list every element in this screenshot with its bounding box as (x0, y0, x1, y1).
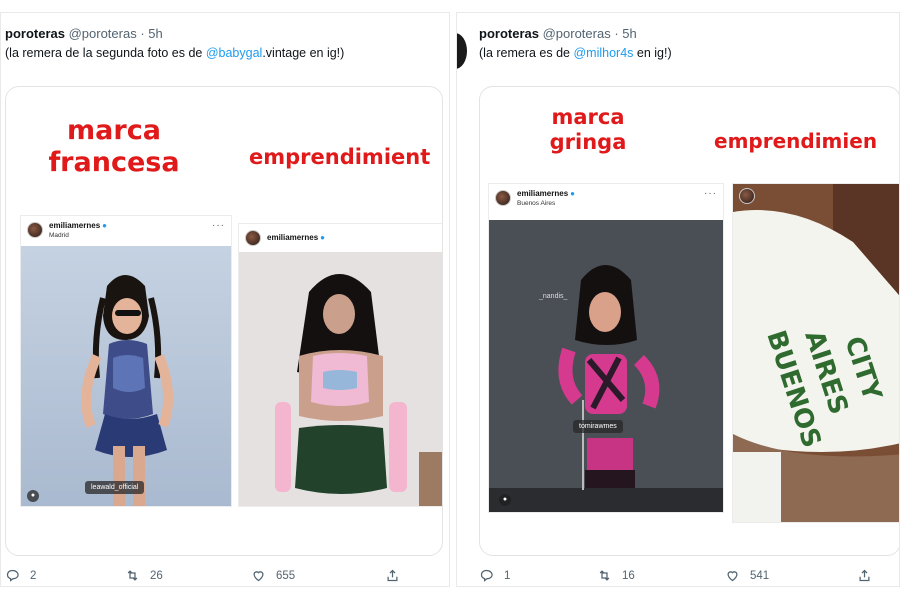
tweet-time[interactable]: · 5h (140, 26, 162, 41)
like-count: 655 (276, 569, 296, 582)
tweet-actions: 1 16 541 (457, 568, 899, 586)
instagram-post-card[interactable]: emiliamernes ● Buenos Aires ··· _nandis_… (488, 183, 724, 513)
reply-icon (480, 569, 493, 582)
reply-button[interactable]: 1 (479, 568, 510, 583)
like-button[interactable]: 541 (725, 568, 769, 583)
reply-count: 2 (30, 569, 37, 582)
more-icon[interactable]: ··· (212, 220, 225, 231)
retweet-count: 16 (622, 569, 635, 582)
tweet-text-part: (la remera de la segunda foto es de (5, 46, 206, 60)
tweet-actions: 2 26 655 (1, 568, 449, 586)
username-text: emiliamernes (517, 189, 569, 198)
post-photo: _nandis_ tomirawmes ● (489, 220, 723, 512)
avatar[interactable] (27, 222, 43, 238)
card-header: emiliamernes ● Buenos Aires ··· (489, 184, 723, 214)
share-button[interactable] (857, 568, 882, 583)
caption-line: marca (551, 105, 625, 129)
tweet-text-part: (la remera es de (479, 46, 574, 60)
caption-label-1: marca francesa (34, 115, 194, 180)
avatar[interactable] (495, 190, 511, 206)
tweet-2[interactable]: poroteras @poroteras · 5h (la remera es … (456, 12, 900, 587)
card-header: emiliamernes ● Madrid ··· (21, 216, 231, 246)
share-icon (387, 569, 398, 582)
username-text: emiliamernes (49, 221, 101, 230)
username-text: emiliamernes (267, 233, 319, 242)
photo-tag[interactable]: tomirawmes (573, 420, 623, 433)
tweet-text: (la remera de la segunda foto es de @bab… (5, 46, 344, 60)
avatar[interactable] (739, 188, 755, 204)
retweet-button[interactable]: 16 (597, 568, 635, 583)
caption-line: francesa (48, 147, 180, 179)
author-name[interactable]: poroteras (5, 26, 65, 41)
verified-icon: ● (320, 233, 325, 242)
card-username[interactable]: emiliamernes ● (49, 221, 107, 230)
instagram-post-card[interactable]: emiliamernes ● Madrid ··· leawald_offici… (20, 215, 232, 507)
person-tag-icon[interactable]: ● (27, 490, 39, 502)
reply-icon (6, 569, 19, 582)
caption-label-2: emprendimient (249, 145, 431, 169)
caption-line: gringa (549, 130, 627, 155)
share-icon (859, 569, 870, 582)
mention-link[interactable]: @babygal (206, 46, 262, 60)
card-location[interactable]: Buenos Aires (517, 200, 555, 207)
tweet-media[interactable]: marca gringa emprendimien emiliamernes ● … (479, 86, 899, 556)
like-icon (253, 571, 264, 582)
author-handle[interactable]: @poroteras (69, 26, 137, 41)
avatar[interactable] (457, 33, 467, 69)
photo-illustration: BUENOS AIRES CITY (733, 184, 899, 522)
instagram-post-card[interactable]: BUENOS AIRES CITY (732, 183, 899, 523)
person-tag-icon[interactable]: ● (499, 494, 511, 506)
share-button[interactable] (385, 568, 410, 583)
author-name[interactable]: poroteras (479, 26, 539, 41)
post-photo: leawald_official ● (21, 246, 231, 506)
caption-line: marca (67, 115, 161, 146)
tweet-time[interactable]: · 5h (614, 26, 636, 41)
card-username[interactable]: emiliamernes ● (267, 233, 325, 242)
avatar[interactable] (245, 230, 261, 246)
caption-label-1: marca gringa (538, 105, 638, 155)
tweet-text: (la remera es de @milhor4s en ig!) (479, 46, 672, 60)
like-count: 541 (750, 569, 770, 582)
post-photo: BUENOS AIRES CITY (733, 184, 899, 522)
like-button[interactable]: 655 (251, 568, 295, 583)
photo-illustration (489, 220, 723, 512)
reply-button[interactable]: 2 (5, 568, 36, 583)
more-icon[interactable]: ··· (704, 188, 717, 199)
screenshot-collage: poroteras @poroteras · 5h (la remera de … (0, 0, 900, 600)
card-header: emiliamernes ● (239, 224, 442, 254)
tweet-1[interactable]: poroteras @poroteras · 5h (la remera de … (0, 12, 450, 587)
tweet-header: poroteras @poroteras · 5h (479, 26, 637, 41)
verified-icon: ● (102, 221, 107, 230)
tweet-media[interactable]: marca francesa emprendimient emiliamerne… (5, 86, 443, 556)
tweet-header: poroteras @poroteras · 5h (5, 26, 163, 41)
photo-illustration (21, 246, 231, 506)
retweet-icon (599, 570, 610, 581)
post-photo (239, 252, 442, 506)
retweet-icon (127, 570, 138, 581)
tweet-text-part: en ig!) (633, 46, 672, 60)
photo-tag[interactable]: _nandis_ (533, 290, 573, 303)
author-handle[interactable]: @poroteras (543, 26, 611, 41)
reply-count: 1 (504, 569, 511, 582)
instagram-post-card[interactable]: emiliamernes ● (238, 223, 442, 507)
photo-tag[interactable]: leawald_official (85, 481, 145, 494)
like-icon (727, 571, 738, 582)
mention-link[interactable]: @milhor4s (573, 46, 633, 60)
caption-label-2: emprendimien (714, 129, 878, 153)
photo-illustration (239, 252, 442, 506)
card-username[interactable]: emiliamernes ● (517, 189, 575, 198)
verified-icon: ● (570, 189, 575, 198)
retweet-button[interactable]: 26 (125, 568, 163, 583)
retweet-count: 26 (150, 569, 163, 582)
card-location[interactable]: Madrid (49, 232, 69, 239)
tweet-text-part: .vintage en ig!) (262, 46, 345, 60)
